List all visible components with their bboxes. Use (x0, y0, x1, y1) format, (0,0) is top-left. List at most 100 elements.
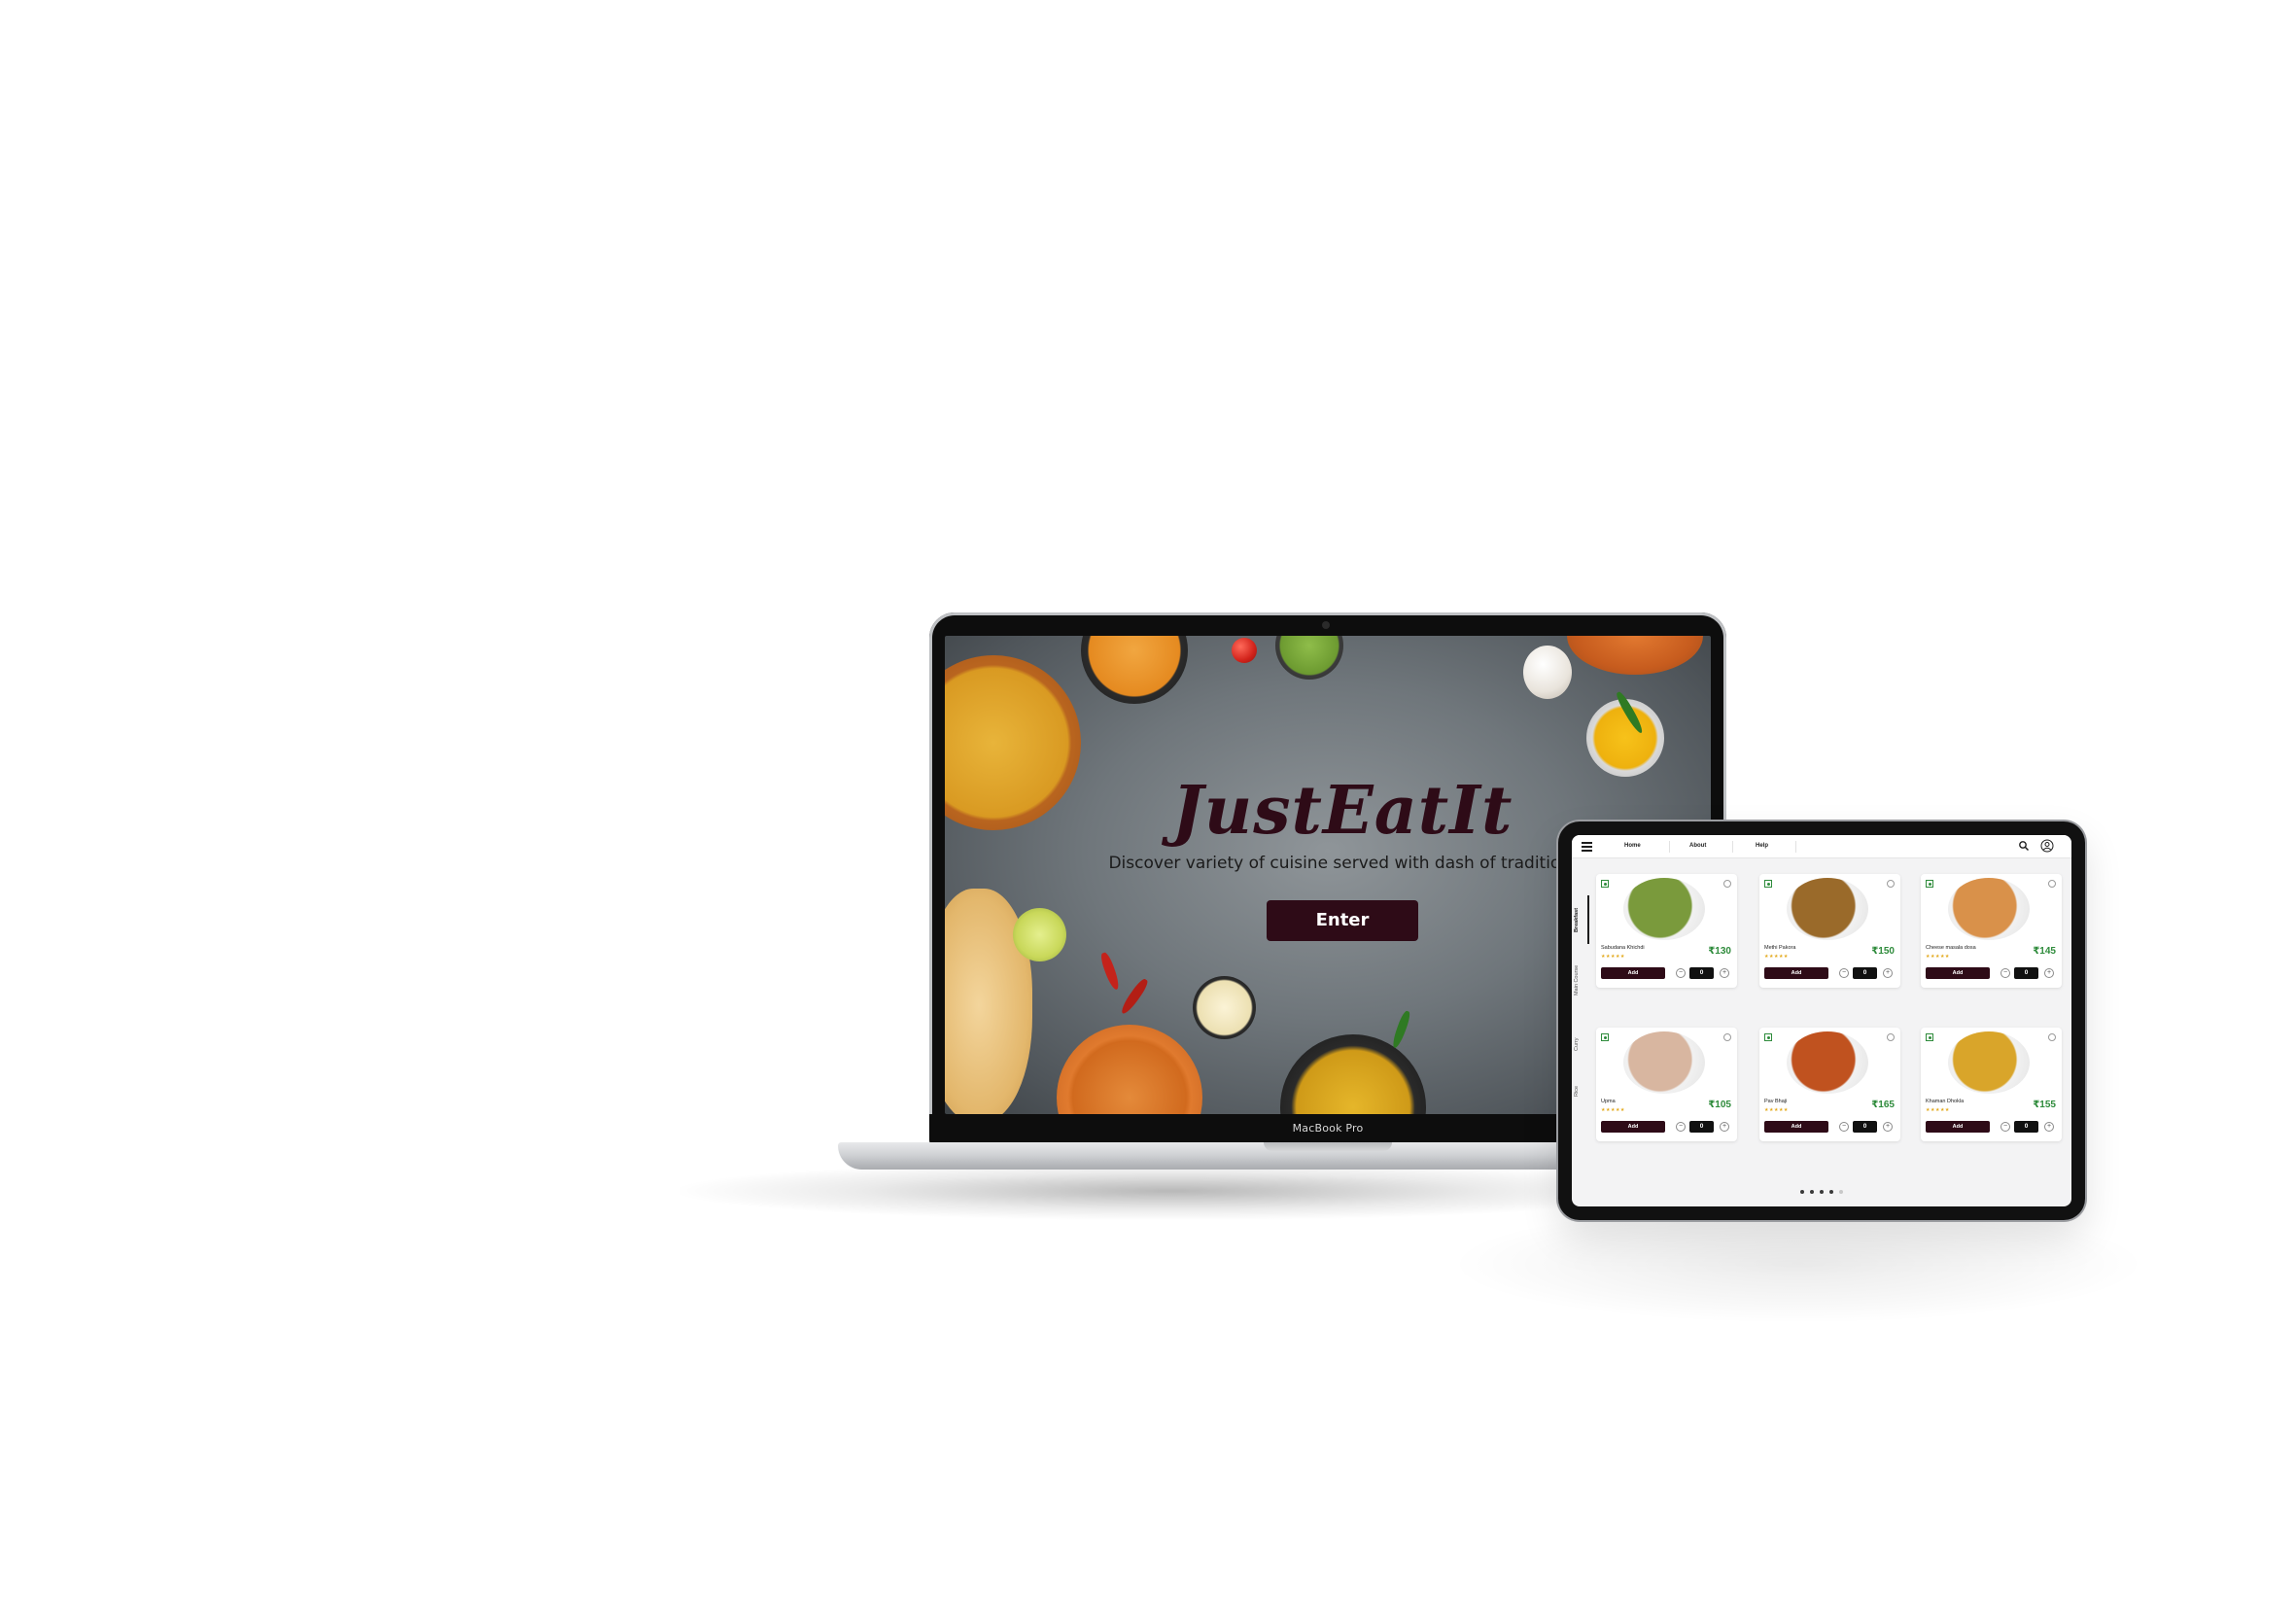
top-nav: Home About Help (1572, 835, 2071, 858)
rating-stars-icon: ★★★★★ (1764, 954, 1789, 960)
add-button[interactable]: Add (1764, 1121, 1828, 1133)
rating-stars-icon: ★★★★★ (1601, 954, 1625, 960)
rating-stars-icon: ★★★★★ (1926, 1107, 1950, 1113)
quantity-count: 0 (2014, 1121, 2038, 1133)
dish-image (1948, 1031, 2030, 1094)
plus-icon[interactable]: + (1720, 968, 1729, 978)
veg-icon (1601, 1033, 1609, 1041)
favorite-icon[interactable] (1723, 880, 1731, 888)
nav-divider (1795, 841, 1796, 853)
favorite-icon[interactable] (1887, 880, 1895, 888)
nav-about[interactable]: About (1689, 843, 1706, 849)
food-bowl (1567, 636, 1703, 675)
add-button[interactable]: Add (1926, 1121, 1990, 1133)
favorite-icon[interactable] (2048, 880, 2056, 888)
veg-icon (1601, 880, 1609, 888)
chili-decor (1390, 1009, 1412, 1050)
dish-price: ₹145 (2033, 946, 2056, 957)
tablet-screen: Home About Help Breakfast Main Course Cu… (1572, 835, 2071, 1206)
plus-icon[interactable]: + (1883, 968, 1893, 978)
category-sidebar: Breakfast Main Course Curry Rice (1572, 858, 1591, 1206)
dish-price: ₹105 (1708, 1100, 1731, 1110)
dish-name: Pav Bhaji (1764, 1099, 1788, 1104)
rating-stars-icon: ★★★★★ (1926, 954, 1950, 960)
dish-name: Upma (1601, 1099, 1616, 1104)
nav-divider (1732, 841, 1733, 853)
garlic-decor (1523, 646, 1572, 699)
dish-image (1623, 878, 1705, 940)
rating-stars-icon: ★★★★★ (1601, 1107, 1625, 1113)
minus-icon[interactable]: − (2000, 1122, 2010, 1132)
dish-price: ₹165 (1871, 1100, 1895, 1110)
dish-image (1948, 878, 2030, 940)
add-button[interactable]: Add (1926, 967, 1990, 979)
add-button[interactable]: Add (1764, 967, 1828, 979)
plus-icon[interactable]: + (2044, 1122, 2054, 1132)
tab-breakfast[interactable]: Breakfast (1574, 895, 1589, 944)
tab-rice[interactable]: Rice (1574, 1066, 1589, 1115)
plus-icon[interactable]: + (1883, 1122, 1893, 1132)
rating-stars-icon: ★★★★★ (1764, 1107, 1789, 1113)
food-bowl (1193, 976, 1256, 1039)
plus-icon[interactable]: + (1720, 1122, 1729, 1132)
dish-card: Upma ★★★★★ ₹105 Add − 0 + (1596, 1028, 1737, 1141)
minus-icon[interactable]: − (1676, 1122, 1686, 1132)
tomato-decor (1232, 638, 1257, 663)
minus-icon[interactable]: − (1839, 1122, 1849, 1132)
minus-icon[interactable]: − (1839, 968, 1849, 978)
nav-help[interactable]: Help (1756, 843, 1768, 849)
tablet-shadow (1458, 1205, 2139, 1322)
dish-name: Sabudana Khichdi (1601, 945, 1645, 951)
food-bowl (1081, 636, 1188, 704)
dish-price: ₹155 (2033, 1100, 2056, 1110)
minus-icon[interactable]: − (1676, 968, 1686, 978)
dish-image (1787, 1031, 1868, 1094)
laptop-notch (1264, 1142, 1392, 1151)
dish-card: Khaman Dhokla ★★★★★ ₹155 Add − 0 + (1921, 1028, 2062, 1141)
user-icon[interactable] (2040, 839, 2054, 853)
add-button[interactable]: Add (1601, 967, 1665, 979)
pagination-dot[interactable] (1839, 1190, 1843, 1194)
nav-divider (1669, 841, 1670, 853)
veg-icon (1926, 1033, 1933, 1041)
favorite-icon[interactable] (1723, 1033, 1731, 1041)
pagination-dots (1572, 1181, 2071, 1199)
enter-button[interactable]: Enter (1267, 900, 1418, 941)
quantity-count: 0 (2014, 967, 2038, 979)
quantity-count: 0 (1689, 1121, 1714, 1133)
veg-icon (1764, 1033, 1772, 1041)
search-icon[interactable] (2018, 840, 2030, 852)
quantity-count: 0 (1853, 1121, 1877, 1133)
dish-card: Sabudana Khichdi ★★★★★ ₹130 Add − 0 + (1596, 874, 1737, 988)
minus-icon[interactable]: − (2000, 968, 2010, 978)
nav-home[interactable]: Home (1624, 843, 1641, 849)
add-button[interactable]: Add (1601, 1121, 1665, 1133)
dish-image (1623, 1031, 1705, 1094)
dish-card: Pav Bhaji ★★★★★ ₹165 Add − 0 + (1759, 1028, 1900, 1141)
dish-name: Khaman Dhokla (1926, 1099, 1965, 1104)
hamburger-menu-icon[interactable] (1582, 842, 1592, 852)
pagination-dot[interactable] (1800, 1190, 1804, 1194)
favorite-icon[interactable] (2048, 1033, 2056, 1041)
dish-card: Methi Pakora ★★★★★ ₹150 Add − 0 + (1759, 874, 1900, 988)
dish-name: Methi Pakora (1764, 945, 1796, 951)
plus-icon[interactable]: + (2044, 968, 2054, 978)
veg-icon (1926, 880, 1933, 888)
pagination-dot[interactable] (1820, 1190, 1824, 1194)
dish-card: Cheese masala dosa ★★★★★ ₹145 Add − 0 + (1921, 874, 2062, 988)
pagination-dot[interactable] (1810, 1190, 1814, 1194)
pagination-dot[interactable] (1829, 1190, 1833, 1194)
chili-decor (1118, 976, 1151, 1017)
tab-curry[interactable]: Curry (1574, 1020, 1589, 1068)
chili-decor (1098, 951, 1122, 992)
veg-icon (1764, 880, 1772, 888)
quantity-count: 0 (1853, 967, 1877, 979)
favorite-icon[interactable] (1887, 1033, 1895, 1041)
food-bowl (1057, 1025, 1202, 1114)
food-bowl (1280, 1034, 1426, 1114)
quantity-count: 0 (1689, 967, 1714, 979)
dish-name: Cheese masala dosa (1926, 945, 1976, 951)
tablet: Home About Help Breakfast Main Course Cu… (1558, 821, 2085, 1220)
dish-price: ₹150 (1871, 946, 1895, 957)
tab-main-course[interactable]: Main Course (1574, 956, 1589, 1004)
